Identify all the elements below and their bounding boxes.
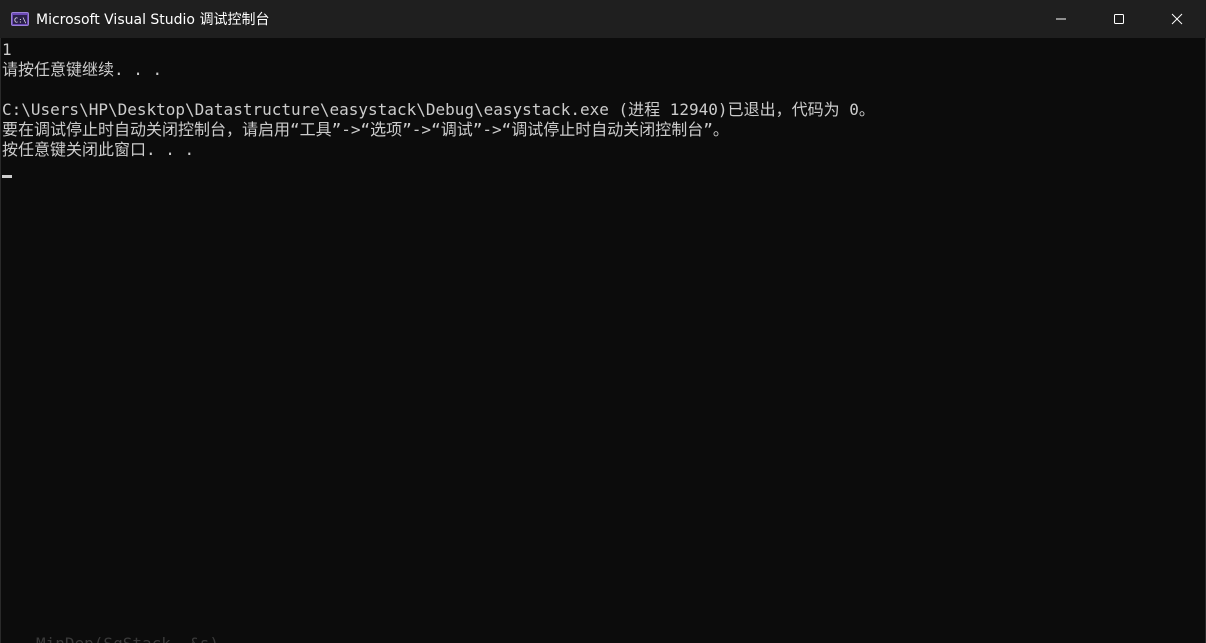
window-border-left [0, 38, 1, 643]
maximize-icon [1114, 14, 1124, 24]
console-output: 1 请按任意键继续. . . C:\Users\HP\Desktop\Datas… [2, 40, 875, 160]
close-icon [1171, 13, 1183, 25]
console-line: 1 [2, 40, 12, 59]
minimize-button[interactable] [1032, 0, 1090, 38]
text-cursor [2, 175, 12, 178]
console-line: 请按任意键继续. . . [2, 60, 163, 79]
console-line: C:\Users\HP\Desktop\Datastructure\easyst… [2, 100, 875, 119]
console-line: 按任意键关闭此窗口. . . [2, 140, 195, 159]
console-window: C:\ Microsoft Visual Studio 调试控制台 1 请按任意… [0, 0, 1206, 643]
maximize-button[interactable] [1090, 0, 1148, 38]
console-app-icon: C:\ [11, 12, 29, 26]
svg-text:C:\: C:\ [14, 17, 27, 25]
close-button[interactable] [1148, 0, 1206, 38]
console-line: 要在调试停止时自动关闭控制台，请启用“工具”->“选项”->“调试”->“调试停… [2, 120, 729, 139]
window-title: Microsoft Visual Studio 调试控制台 [36, 12, 270, 28]
caption-buttons [1032, 0, 1206, 38]
minimize-icon [1056, 18, 1066, 20]
background-editor-text: MinDep(SqStack, &s) [36, 634, 219, 643]
title-bar[interactable]: C:\ Microsoft Visual Studio 调试控制台 [0, 0, 1206, 38]
console-output-area[interactable]: 1 请按任意键继续. . . C:\Users\HP\Desktop\Datas… [0, 38, 1206, 643]
